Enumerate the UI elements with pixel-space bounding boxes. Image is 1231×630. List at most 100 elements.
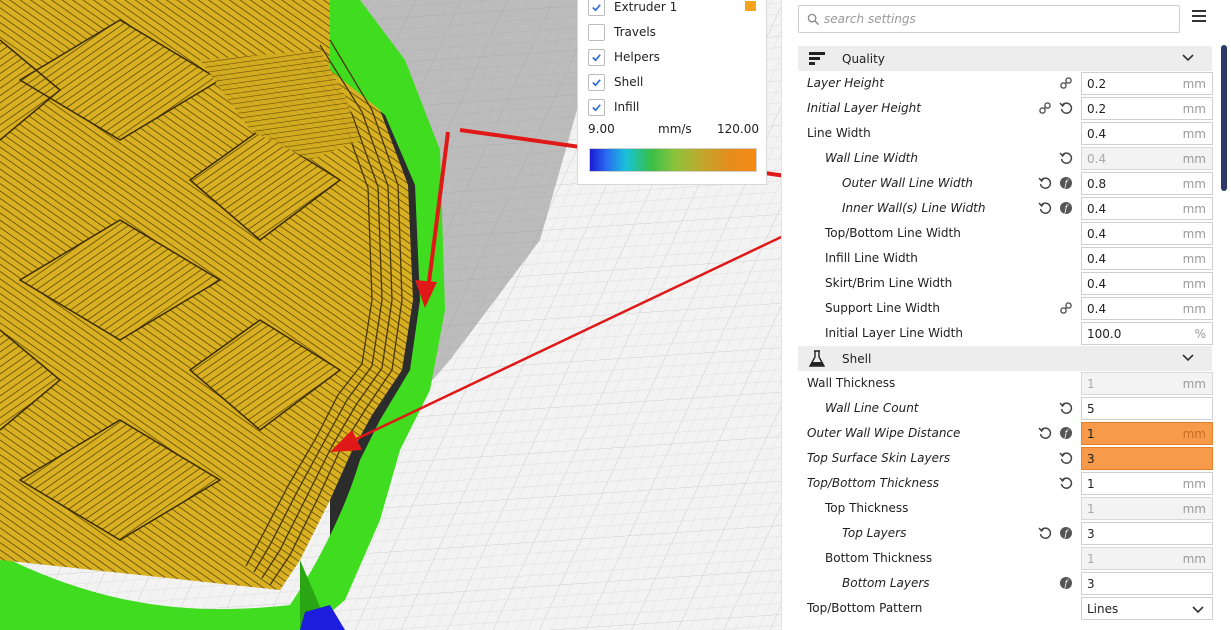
setting-value: 0.2: [1087, 77, 1107, 91]
setting-row-infill-line-width: Infill Line Width 0.4 mm: [798, 246, 1213, 271]
function-icon[interactable]: f: [1059, 201, 1073, 215]
setting-value: 100.0: [1087, 327, 1122, 341]
reset-icon[interactable]: [1038, 201, 1052, 215]
checkbox-checked-icon[interactable]: [588, 73, 605, 91]
3d-viewport[interactable]: Extruder 1 Travels Helpers Shell Infill …: [0, 0, 781, 630]
setting-row-bottom-thickness: Bottom Thickness 1 mm: [798, 546, 1213, 571]
setting-input[interactable]: 3: [1081, 447, 1213, 470]
settings-scrollbar[interactable]: [1221, 45, 1227, 191]
setting-input[interactable]: 0.2 mm: [1081, 72, 1213, 95]
speed-scale-max: 120.00: [717, 122, 759, 136]
setting-label: Top Layers: [842, 526, 907, 540]
setting-row-line-width: Line Width 0.4 mm: [798, 121, 1213, 146]
setting-dropdown[interactable]: Lines: [1081, 597, 1213, 620]
setting-row-outer-wall-line-width: Outer Wall Line Width f 0.8 mm: [798, 171, 1213, 196]
legend-item-shell[interactable]: Shell: [588, 72, 643, 92]
setting-input[interactable]: 0.4 mm: [1081, 272, 1213, 295]
setting-value: 1: [1087, 477, 1095, 491]
setting-input[interactable]: 3: [1081, 572, 1213, 595]
function-icon[interactable]: f: [1059, 576, 1073, 590]
flask-icon: [808, 349, 826, 368]
setting-value: 0.4: [1087, 252, 1107, 266]
function-icon[interactable]: f: [1059, 526, 1073, 540]
reset-icon[interactable]: [1059, 151, 1073, 165]
setting-value: 0.4: [1087, 302, 1107, 316]
setting-value: 1: [1087, 502, 1095, 516]
checkbox-unchecked-icon[interactable]: [588, 23, 605, 41]
search-input[interactable]: [824, 12, 1164, 26]
setting-unit: mm: [1182, 552, 1206, 566]
setting-row-wall-thickness: Wall Thickness 1 mm: [798, 371, 1213, 396]
checkbox-checked-icon[interactable]: [588, 48, 605, 66]
setting-input[interactable]: 0.4 mm: [1081, 297, 1213, 320]
search-box[interactable]: [798, 5, 1180, 33]
chevron-down-icon: [1192, 606, 1204, 614]
setting-input[interactable]: 0.4 mm: [1081, 222, 1213, 245]
setting-input[interactable]: 100.0%: [1081, 322, 1213, 345]
category-quality[interactable]: Quality: [798, 46, 1212, 71]
legend-label: Helpers: [614, 50, 660, 64]
link-icon[interactable]: [1038, 101, 1052, 115]
setting-value: 0.4: [1087, 152, 1107, 166]
setting-label: Top/Bottom Pattern: [807, 601, 923, 615]
setting-unit: mm: [1182, 377, 1206, 391]
legend-item-helpers[interactable]: Helpers: [588, 47, 660, 67]
setting-input: 1 mm: [1081, 372, 1213, 395]
function-icon[interactable]: f: [1059, 426, 1073, 440]
setting-value: 0.4: [1087, 202, 1107, 216]
setting-input[interactable]: 1 mm: [1081, 472, 1213, 495]
setting-input[interactable]: 1 mm: [1081, 422, 1213, 445]
function-icon[interactable]: f: [1059, 176, 1073, 190]
checkbox-checked-icon[interactable]: [588, 0, 605, 16]
setting-row-top-bottom-thickness: Top/Bottom Thickness 1 mm: [798, 471, 1213, 496]
setting-input[interactable]: 0.2 mm: [1081, 97, 1213, 120]
chevron-down-icon[interactable]: [1182, 53, 1194, 63]
setting-input[interactable]: 0.4 mm: [1081, 247, 1213, 270]
setting-unit: mm: [1182, 277, 1206, 291]
setting-input[interactable]: 0.8 mm: [1081, 172, 1213, 195]
legend-item-travels[interactable]: Travels: [588, 22, 656, 42]
setting-input[interactable]: 5: [1081, 397, 1213, 420]
setting-label: Outer Wall Line Width: [842, 176, 973, 190]
setting-input: 1 mm: [1081, 547, 1213, 570]
setting-unit: mm: [1182, 302, 1206, 316]
link-icon[interactable]: [1059, 76, 1073, 90]
setting-input[interactable]: 3: [1081, 522, 1213, 545]
setting-value: 3: [1087, 452, 1095, 466]
link-icon[interactable]: [1059, 301, 1073, 315]
extruder-color-swatch: [745, 1, 756, 11]
legend-item-infill[interactable]: Infill: [588, 97, 639, 117]
legend-label: Travels: [614, 25, 656, 39]
setting-unit: mm: [1182, 502, 1206, 516]
reset-icon[interactable]: [1059, 451, 1073, 465]
chevron-down-icon[interactable]: [1182, 353, 1194, 363]
setting-value: 0.2: [1087, 102, 1107, 116]
setting-label: Outer Wall Wipe Distance: [807, 426, 961, 440]
reset-icon[interactable]: [1038, 526, 1052, 540]
setting-row-skirt-brim-line-width: Skirt/Brim Line Width 0.4 mm: [798, 271, 1213, 296]
reset-icon[interactable]: [1038, 176, 1052, 190]
setting-value: Lines: [1087, 602, 1119, 616]
setting-label: Support Line Width: [825, 301, 940, 315]
setting-label: Line Width: [807, 126, 871, 140]
legend-item-extruder-1[interactable]: Extruder 1: [588, 0, 677, 17]
reset-icon[interactable]: [1059, 476, 1073, 490]
setting-row-initial-layer-height: Initial Layer Height 0.2 mm: [798, 96, 1213, 121]
setting-row-layer-height: Layer Height 0.2 mm: [798, 71, 1213, 96]
setting-input[interactable]: 0.4 mm: [1081, 197, 1213, 220]
checkbox-checked-icon[interactable]: [588, 98, 605, 116]
reset-icon[interactable]: [1059, 101, 1073, 115]
setting-value: 0.4: [1087, 227, 1107, 241]
reset-icon[interactable]: [1059, 401, 1073, 415]
setting-input: 1 mm: [1081, 497, 1213, 520]
setting-unit: mm: [1182, 477, 1206, 491]
setting-input[interactable]: 0.4 mm: [1081, 122, 1213, 145]
hamburger-menu-icon[interactable]: [1192, 10, 1206, 24]
setting-value: 0.4: [1087, 127, 1107, 141]
setting-label: Bottom Layers: [842, 576, 930, 590]
speed-scale-min: 9.00: [588, 122, 615, 136]
legend-label: Infill: [614, 100, 640, 114]
setting-value: 1: [1087, 377, 1095, 391]
category-shell[interactable]: Shell: [798, 346, 1212, 371]
reset-icon[interactable]: [1038, 426, 1052, 440]
